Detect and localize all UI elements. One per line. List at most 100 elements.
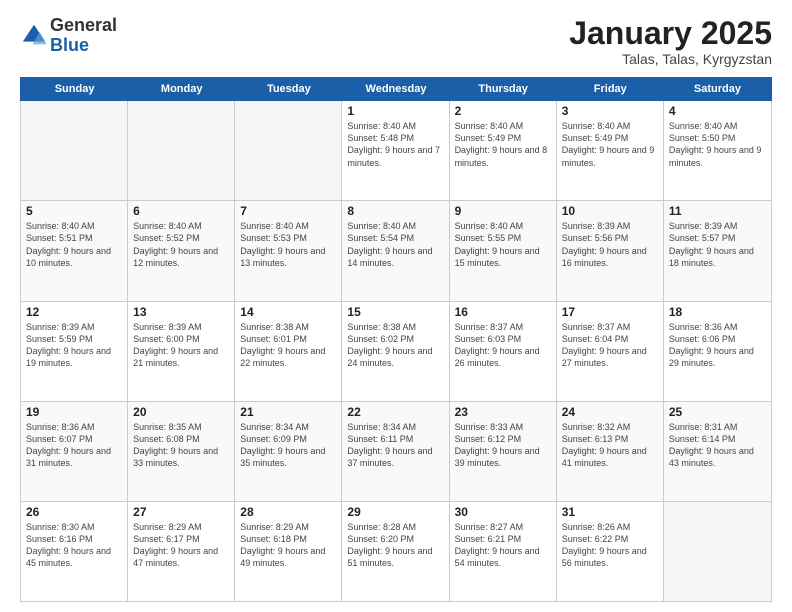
day-number: 3 bbox=[562, 104, 658, 118]
header: General Blue January 2025 Talas, Talas, … bbox=[20, 16, 772, 67]
day-cell-9: 9 Sunrise: 8:40 AM Sunset: 5:55 PM Daylig… bbox=[450, 201, 557, 300]
day-cell-29: 29 Sunrise: 8:28 AM Sunset: 6:20 PM Dayli… bbox=[342, 502, 449, 601]
day-cell-27: 27 Sunrise: 8:29 AM Sunset: 6:17 PM Dayli… bbox=[128, 502, 235, 601]
location: Talas, Talas, Kyrgyzstan bbox=[569, 51, 772, 67]
day-cell-17: 17Sunrise: 8:37 AM Sunset: 6:04 PM Dayli… bbox=[557, 302, 664, 401]
day-info: Sunrise: 8:40 AM Sunset: 5:49 PM Dayligh… bbox=[455, 120, 551, 169]
empty-cell bbox=[21, 101, 128, 200]
day-info: Sunrise: 8:29 AM Sunset: 6:18 PM Dayligh… bbox=[240, 521, 336, 570]
day-number: 26 bbox=[26, 505, 122, 519]
day-info: Sunrise: 8:39 AM Sunset: 6:00 PM Dayligh… bbox=[133, 321, 229, 370]
day-info: Sunrise: 8:40 AM Sunset: 5:53 PM Dayligh… bbox=[240, 220, 336, 269]
calendar-week-1: 1 Sunrise: 8:40 AM Sunset: 5:48 PM Daylig… bbox=[21, 101, 771, 201]
day-cell-20: 20 Sunrise: 8:35 AM Sunset: 6:08 PM Dayli… bbox=[128, 402, 235, 501]
day-info: Sunrise: 8:39 AM Sunset: 5:56 PM Dayligh… bbox=[562, 220, 658, 269]
day-info: Sunrise: 8:30 AM Sunset: 6:16 PM Dayligh… bbox=[26, 521, 122, 570]
day-cell-1: 1 Sunrise: 8:40 AM Sunset: 5:48 PM Daylig… bbox=[342, 101, 449, 200]
day-cell-10: 10Sunrise: 8:39 AM Sunset: 5:56 PM Dayli… bbox=[557, 201, 664, 300]
day-info: Sunrise: 8:28 AM Sunset: 6:20 PM Dayligh… bbox=[347, 521, 443, 570]
header-day-saturday: Saturday bbox=[664, 78, 771, 100]
day-info: Sunrise: 8:27 AM Sunset: 6:21 PM Dayligh… bbox=[455, 521, 551, 570]
day-number: 7 bbox=[240, 204, 336, 218]
day-cell-6: 6 Sunrise: 8:40 AM Sunset: 5:52 PM Daylig… bbox=[128, 201, 235, 300]
day-info: Sunrise: 8:36 AM Sunset: 6:07 PM Dayligh… bbox=[26, 421, 122, 470]
day-number: 31 bbox=[562, 505, 658, 519]
day-number: 19 bbox=[26, 405, 122, 419]
day-number: 27 bbox=[133, 505, 229, 519]
day-cell-23: 23 Sunrise: 8:33 AM Sunset: 6:12 PM Dayli… bbox=[450, 402, 557, 501]
day-number: 1 bbox=[347, 104, 443, 118]
day-info: Sunrise: 8:35 AM Sunset: 6:08 PM Dayligh… bbox=[133, 421, 229, 470]
day-number: 29 bbox=[347, 505, 443, 519]
day-info: Sunrise: 8:40 AM Sunset: 5:50 PM Dayligh… bbox=[669, 120, 766, 169]
day-number: 23 bbox=[455, 405, 551, 419]
day-number: 30 bbox=[455, 505, 551, 519]
day-info: Sunrise: 8:40 AM Sunset: 5:52 PM Dayligh… bbox=[133, 220, 229, 269]
day-cell-24: 24 Sunrise: 8:32 AM Sunset: 6:13 PM Dayli… bbox=[557, 402, 664, 501]
day-info: Sunrise: 8:40 AM Sunset: 5:54 PM Dayligh… bbox=[347, 220, 443, 269]
calendar: SundayMondayTuesdayWednesdayThursdayFrid… bbox=[20, 77, 772, 602]
calendar-week-5: 26 Sunrise: 8:30 AM Sunset: 6:16 PM Dayli… bbox=[21, 502, 771, 601]
day-info: Sunrise: 8:38 AM Sunset: 6:01 PM Dayligh… bbox=[240, 321, 336, 370]
day-number: 2 bbox=[455, 104, 551, 118]
calendar-week-2: 5 Sunrise: 8:40 AM Sunset: 5:51 PM Daylig… bbox=[21, 201, 771, 301]
day-number: 18 bbox=[669, 305, 766, 319]
day-info: Sunrise: 8:40 AM Sunset: 5:49 PM Dayligh… bbox=[562, 120, 658, 169]
day-cell-31: 31 Sunrise: 8:26 AM Sunset: 6:22 PM Dayli… bbox=[557, 502, 664, 601]
day-number: 5 bbox=[26, 204, 122, 218]
header-day-thursday: Thursday bbox=[450, 78, 557, 100]
logo-general-label: General bbox=[50, 16, 117, 36]
page: General Blue January 2025 Talas, Talas, … bbox=[0, 0, 792, 612]
header-day-wednesday: Wednesday bbox=[342, 78, 449, 100]
day-info: Sunrise: 8:31 AM Sunset: 6:14 PM Dayligh… bbox=[669, 421, 766, 470]
day-number: 14 bbox=[240, 305, 336, 319]
logo-icon bbox=[20, 22, 48, 50]
day-info: Sunrise: 8:40 AM Sunset: 5:51 PM Dayligh… bbox=[26, 220, 122, 269]
day-cell-13: 13 Sunrise: 8:39 AM Sunset: 6:00 PM Dayli… bbox=[128, 302, 235, 401]
day-info: Sunrise: 8:40 AM Sunset: 5:55 PM Dayligh… bbox=[455, 220, 551, 269]
day-cell-12: 12Sunrise: 8:39 AM Sunset: 5:59 PM Dayli… bbox=[21, 302, 128, 401]
day-number: 25 bbox=[669, 405, 766, 419]
day-cell-26: 26 Sunrise: 8:30 AM Sunset: 6:16 PM Dayli… bbox=[21, 502, 128, 601]
day-info: Sunrise: 8:39 AM Sunset: 5:57 PM Dayligh… bbox=[669, 220, 766, 269]
day-cell-21: 21Sunrise: 8:34 AM Sunset: 6:09 PM Dayli… bbox=[235, 402, 342, 501]
day-info: Sunrise: 8:40 AM Sunset: 5:48 PM Dayligh… bbox=[347, 120, 443, 169]
day-number: 12 bbox=[26, 305, 122, 319]
day-cell-4: 4Sunrise: 8:40 AM Sunset: 5:50 PM Daylig… bbox=[664, 101, 771, 200]
header-day-sunday: Sunday bbox=[21, 78, 128, 100]
calendar-header: SundayMondayTuesdayWednesdayThursdayFrid… bbox=[20, 77, 772, 101]
day-info: Sunrise: 8:26 AM Sunset: 6:22 PM Dayligh… bbox=[562, 521, 658, 570]
header-day-monday: Monday bbox=[128, 78, 235, 100]
month-title: January 2025 bbox=[569, 16, 772, 51]
day-number: 24 bbox=[562, 405, 658, 419]
day-cell-15: 15Sunrise: 8:38 AM Sunset: 6:02 PM Dayli… bbox=[342, 302, 449, 401]
day-cell-22: 22Sunrise: 8:34 AM Sunset: 6:11 PM Dayli… bbox=[342, 402, 449, 501]
day-cell-7: 7 Sunrise: 8:40 AM Sunset: 5:53 PM Daylig… bbox=[235, 201, 342, 300]
day-cell-14: 14 Sunrise: 8:38 AM Sunset: 6:01 PM Dayli… bbox=[235, 302, 342, 401]
day-info: Sunrise: 8:38 AM Sunset: 6:02 PM Dayligh… bbox=[347, 321, 443, 370]
logo-text: General Blue bbox=[50, 16, 117, 56]
day-info: Sunrise: 8:33 AM Sunset: 6:12 PM Dayligh… bbox=[455, 421, 551, 470]
empty-cell bbox=[128, 101, 235, 200]
day-number: 13 bbox=[133, 305, 229, 319]
day-info: Sunrise: 8:34 AM Sunset: 6:11 PM Dayligh… bbox=[347, 421, 443, 470]
title-block: January 2025 Talas, Talas, Kyrgyzstan bbox=[569, 16, 772, 67]
empty-cell bbox=[235, 101, 342, 200]
day-number: 6 bbox=[133, 204, 229, 218]
day-number: 16 bbox=[455, 305, 551, 319]
header-day-tuesday: Tuesday bbox=[235, 78, 342, 100]
logo: General Blue bbox=[20, 16, 117, 56]
calendar-body: 1 Sunrise: 8:40 AM Sunset: 5:48 PM Daylig… bbox=[20, 101, 772, 602]
day-cell-18: 18Sunrise: 8:36 AM Sunset: 6:06 PM Dayli… bbox=[664, 302, 771, 401]
day-cell-3: 3 Sunrise: 8:40 AM Sunset: 5:49 PM Daylig… bbox=[557, 101, 664, 200]
calendar-week-3: 12Sunrise: 8:39 AM Sunset: 5:59 PM Dayli… bbox=[21, 302, 771, 402]
day-cell-5: 5 Sunrise: 8:40 AM Sunset: 5:51 PM Daylig… bbox=[21, 201, 128, 300]
day-cell-8: 8Sunrise: 8:40 AM Sunset: 5:54 PM Daylig… bbox=[342, 201, 449, 300]
day-cell-19: 19 Sunrise: 8:36 AM Sunset: 6:07 PM Dayli… bbox=[21, 402, 128, 501]
day-cell-11: 11Sunrise: 8:39 AM Sunset: 5:57 PM Dayli… bbox=[664, 201, 771, 300]
day-info: Sunrise: 8:29 AM Sunset: 6:17 PM Dayligh… bbox=[133, 521, 229, 570]
day-number: 9 bbox=[455, 204, 551, 218]
day-info: Sunrise: 8:32 AM Sunset: 6:13 PM Dayligh… bbox=[562, 421, 658, 470]
day-number: 20 bbox=[133, 405, 229, 419]
day-cell-28: 28Sunrise: 8:29 AM Sunset: 6:18 PM Dayli… bbox=[235, 502, 342, 601]
